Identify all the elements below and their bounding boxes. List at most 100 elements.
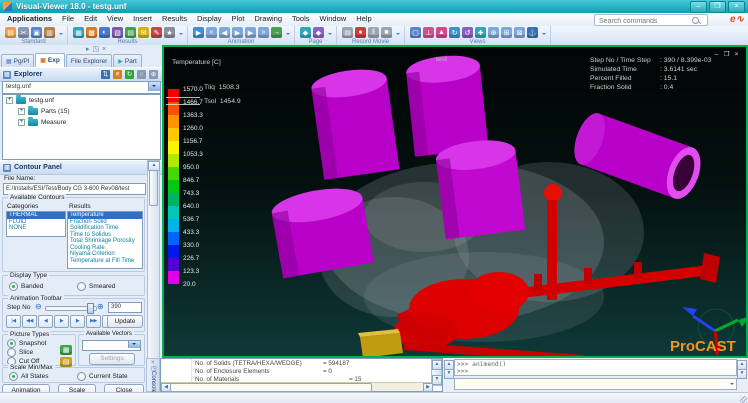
first-frame-icon[interactable]: «: [206, 27, 217, 38]
new-view-icon[interactable]: ○: [137, 70, 146, 79]
python-input[interactable]: [454, 378, 737, 390]
settings-button[interactable]: Settings: [89, 353, 135, 365]
step-slider-thumb[interactable]: [87, 303, 94, 314]
tab-part[interactable]: ▶Part: [113, 54, 142, 67]
group-overflow-icon[interactable]: [542, 33, 546, 37]
refresh-icon[interactable]: ↻: [125, 70, 134, 79]
play-button[interactable]: ▶: [54, 315, 69, 328]
copy-icon[interactable]: ▣: [31, 27, 42, 38]
mail-icon[interactable]: ✉: [138, 27, 149, 38]
3d-canvas[interactable]: ProCAST: [164, 47, 746, 356]
restore-panel-icon[interactable]: ◳: [93, 45, 100, 54]
tree-item-measure[interactable]: +Measure: [3, 117, 160, 128]
tab-file-explorer[interactable]: File Explorer: [66, 54, 112, 67]
zoom-window-icon[interactable]: ⊞: [501, 27, 512, 38]
menu-plot[interactable]: Plot: [227, 13, 250, 25]
radio-snapshot[interactable]: Snapshot: [7, 339, 46, 348]
play-icon[interactable]: ▶: [232, 27, 243, 38]
fast-forward-button[interactable]: ▶▶: [86, 315, 101, 328]
update-button[interactable]: Update: [107, 315, 143, 328]
group-overflow-icon[interactable]: [396, 33, 400, 37]
pan-icon[interactable]: ✚: [475, 27, 486, 38]
step-increment-icon[interactable]: ⊕: [97, 302, 104, 311]
step-forward-button[interactable]: ▶: [70, 315, 85, 328]
py-scroll-down2-icon[interactable]: ▼: [737, 369, 747, 379]
window-icon[interactable]: ▢: [410, 27, 421, 38]
radio-banded[interactable]: Banded: [9, 282, 43, 291]
pause-icon[interactable]: ‖: [368, 27, 379, 38]
layers-icon[interactable]: ▧: [112, 27, 123, 38]
console-tab[interactable]: × ◳ Console: [146, 358, 160, 392]
python-output[interactable]: >>> animend()>>>: [454, 359, 737, 376]
sidebar-scrollbar[interactable]: ▲ ▼: [147, 160, 160, 383]
maximize-button[interactable]: ❐: [709, 1, 726, 13]
open-icon[interactable]: ▤: [5, 27, 16, 38]
combo-dropdown-icon[interactable]: [148, 82, 160, 91]
menu-file[interactable]: File: [57, 13, 79, 25]
menu-help[interactable]: Help: [351, 13, 376, 25]
close-panel-icon[interactable]: ×: [102, 45, 106, 54]
probe-icon[interactable]: ✎: [151, 27, 162, 38]
movie-icon[interactable]: ▤: [342, 27, 353, 38]
group-overflow-icon[interactable]: [59, 33, 63, 37]
export-animation-icon[interactable]: →: [271, 27, 282, 38]
model-icon[interactable]: ▦: [73, 27, 84, 38]
last-frame-icon[interactable]: »: [258, 27, 269, 38]
result-item[interactable]: Total Shrinkage Porosity: [68, 238, 142, 245]
next-page-icon[interactable]: ◆: [313, 27, 324, 38]
group-overflow-icon[interactable]: [179, 33, 183, 37]
tab-exp[interactable]: ▣Exp: [35, 53, 65, 67]
console-output[interactable]: No. of Solids (TETRA/HEXA/WEDGE)= 594187…: [160, 358, 443, 392]
add-view-icon[interactable]: ⊕: [149, 70, 158, 79]
stop-icon[interactable]: ■: [381, 27, 392, 38]
tree-expander-icon[interactable]: +: [18, 119, 25, 126]
tree-item-testg-unf[interactable]: +testg.unf: [3, 95, 160, 106]
python-input-dropdown-icon[interactable]: [730, 383, 734, 387]
menu-view[interactable]: View: [102, 13, 128, 25]
radio-all-states[interactable]: All States: [9, 372, 48, 381]
result-item[interactable]: Temperature at Fill Time: [68, 258, 142, 265]
radio-slice[interactable]: Slice: [7, 348, 33, 357]
vectors-combo-dropdown-icon[interactable]: [128, 341, 140, 348]
wizard-icon[interactable]: ★: [164, 27, 175, 38]
search-icon[interactable]: [692, 17, 699, 24]
category-item[interactable]: NONE: [7, 225, 65, 232]
group-overflow-icon[interactable]: [286, 33, 290, 37]
menu-insert[interactable]: Insert: [128, 13, 157, 25]
cut-icon[interactable]: ✂: [18, 27, 29, 38]
float-panel-icon[interactable]: ▸: [86, 45, 90, 54]
radio-smeared[interactable]: Smeared: [77, 282, 115, 291]
radio-current-state[interactable]: Current State: [77, 372, 128, 381]
menu-results[interactable]: Results: [157, 13, 192, 25]
first-step-button[interactable]: |◀: [6, 315, 21, 328]
slice-image-button[interactable]: ▦: [60, 345, 72, 355]
tab-pg-pl[interactable]: ▦Pg/Pl: [1, 54, 34, 67]
fast-back-button[interactable]: ◀◀: [22, 315, 37, 328]
vectors-combo[interactable]: [82, 340, 141, 351]
section-icon[interactable]: ◐: [99, 27, 110, 38]
model-file-combo[interactable]: testg.unf: [2, 81, 161, 94]
tree-expander-icon[interactable]: +: [18, 108, 25, 115]
triad-icon[interactable]: ⊥: [423, 27, 434, 38]
group-overflow-icon[interactable]: [328, 33, 332, 37]
animate-icon[interactable]: ▶: [193, 27, 204, 38]
minimize-button[interactable]: –: [690, 1, 707, 13]
prev-page-icon[interactable]: ◆: [300, 27, 311, 38]
anchor-icon[interactable]: ⚓: [527, 27, 538, 38]
step-back-icon[interactable]: ◀: [219, 27, 230, 38]
cutoff-image-button[interactable]: ▤: [60, 357, 72, 367]
tree-filter-icon[interactable]: ⇅: [101, 70, 110, 79]
rotate-icon[interactable]: ↻: [449, 27, 460, 38]
py-scroll-down-icon[interactable]: ▼: [444, 369, 454, 379]
menu-drawing[interactable]: Drawing: [249, 13, 287, 25]
paste-icon[interactable]: ▥: [44, 27, 55, 38]
step-back-button[interactable]: ◀: [38, 315, 53, 328]
step-decrement-icon[interactable]: ⊖: [35, 302, 42, 311]
palette-icon[interactable]: ▤: [125, 27, 136, 38]
spin-icon[interactable]: ↺: [462, 27, 473, 38]
zoom-icon[interactable]: ⊕: [488, 27, 499, 38]
fit-icon[interactable]: ⊠: [514, 27, 525, 38]
tree-expander-icon[interactable]: +: [6, 97, 13, 104]
resize-grip[interactable]: [740, 396, 747, 403]
close-button[interactable]: ×: [728, 1, 745, 13]
